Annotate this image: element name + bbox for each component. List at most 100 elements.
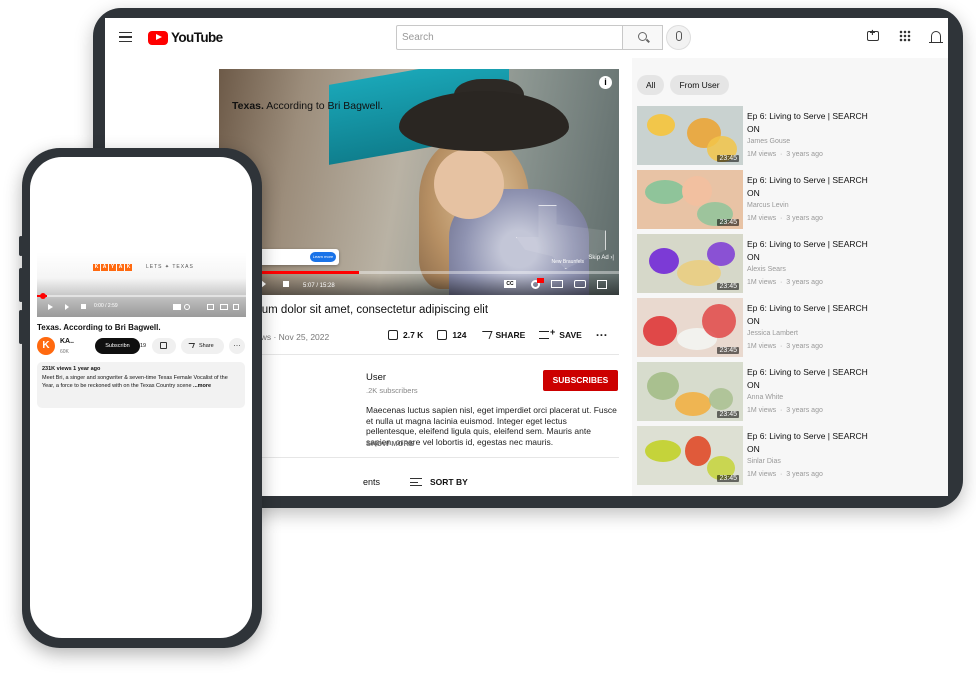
- recommendation-channel[interactable]: Anna White: [747, 394, 783, 401]
- progress-bar[interactable]: [219, 271, 619, 274]
- recommendation-title[interactable]: Ep 6: Living to Serve | SEARCH ON: [747, 366, 872, 391]
- next-icon[interactable]: [65, 304, 69, 310]
- recommendation-channel[interactable]: Marcus Levin: [747, 202, 789, 209]
- thumbnail-shape: [709, 388, 733, 410]
- phone-side-button: [19, 268, 23, 302]
- thumbnail-shape: [645, 180, 685, 204]
- like-button[interactable]: 2.7 K: [388, 330, 423, 340]
- top-bar: YouTube Search: [105, 18, 948, 58]
- create-video-icon[interactable]: [867, 28, 879, 41]
- chip-all[interactable]: All: [637, 75, 665, 95]
- ad-card[interactable]: Learn more: [259, 249, 339, 265]
- phone-side-button: [19, 310, 23, 344]
- sort-icon[interactable]: [410, 478, 422, 486]
- thumbnail-shape: [702, 304, 736, 338]
- video-duration: 23:45: [717, 347, 739, 354]
- recommendation-title[interactable]: Ep 6: Living to Serve | SEARCH ON: [747, 302, 872, 327]
- recommendation-channel[interactable]: Sinlar Dias: [747, 458, 781, 465]
- video-thumbnail[interactable]: 23:45: [637, 106, 743, 165]
- subscribe-button[interactable]: SUBSCRIBES: [543, 370, 618, 391]
- mobile-description-box[interactable]: 231K views 1 year ago Meet Bri, a singer…: [37, 362, 245, 408]
- phone-side-button: [19, 236, 23, 256]
- youtube-logo[interactable]: YouTube: [148, 30, 223, 45]
- video-frame-face: [434, 149, 504, 219]
- kayak-logo: KAYAK: [93, 264, 132, 271]
- video-title: sum dolor sit amet, consectetur adipisci…: [256, 304, 489, 316]
- channel-name[interactable]: User: [366, 372, 386, 383]
- recommendation-meta: 1M views · 3 years ago: [747, 279, 823, 286]
- location-label: New Braunfels: [551, 259, 584, 265]
- more-actions-icon[interactable]: ···: [596, 329, 608, 341]
- volume-icon[interactable]: [283, 281, 289, 287]
- volume-icon[interactable]: [81, 304, 86, 309]
- fullscreen-icon[interactable]: [233, 304, 239, 310]
- settings-gear-icon[interactable]: [184, 304, 190, 310]
- chip-from-user[interactable]: From User: [670, 75, 729, 95]
- recommendation-meta: 1M views · 3 years ago: [747, 343, 823, 350]
- recommendation-channel[interactable]: Jessica Lambert: [747, 330, 798, 337]
- sort-by-button[interactable]: SORT BY: [430, 477, 468, 487]
- thumbnail-shape: [682, 176, 712, 206]
- recommendation-title[interactable]: Ep 6: Living to Serve | SEARCH ON: [747, 430, 872, 455]
- recommendation-item[interactable]: 23:45 Ep 6: Living to Serve | SEARCH ON Al…: [637, 234, 948, 298]
- video-meta-row: ews · Nov 25, 2022 2.7 K 124 SHARE SAVE: [219, 327, 619, 346]
- recommendation-channel[interactable]: James Gouse: [747, 138, 790, 145]
- play-icon[interactable]: [48, 304, 53, 310]
- recommendation-title[interactable]: Ep 6: Living to Serve | SEARCH ON: [747, 110, 872, 135]
- mobile-share-button[interactable]: Share: [181, 338, 224, 354]
- recommendation-meta: 1M views · 3 years ago: [747, 407, 823, 414]
- recommendation-item[interactable]: 23:45 Ep 6: Living to Serve | SEARCH ON Ja…: [637, 106, 948, 170]
- video-thumbnail[interactable]: 23:45: [637, 362, 743, 421]
- menu-icon[interactable]: [119, 32, 132, 42]
- recommendation-item[interactable]: 23:45 Ep 6: Living to Serve | SEARCH ON Si…: [637, 426, 948, 490]
- mobile-progress-bar[interactable]: [37, 292, 246, 299]
- skip-ad-button[interactable]: Skip Ad ›|: [588, 255, 614, 261]
- voice-search-button[interactable]: [666, 25, 691, 50]
- more-actions-icon[interactable]: …: [229, 338, 245, 354]
- save-button[interactable]: SAVE: [539, 327, 582, 340]
- share-label: SHARE: [495, 330, 526, 340]
- search-button[interactable]: [623, 25, 663, 50]
- learn-more-button[interactable]: Learn more: [310, 252, 336, 262]
- apps-grid-icon[interactable]: [899, 30, 911, 42]
- recommendation-title[interactable]: Ep 6: Living to Serve | SEARCH ON: [747, 174, 872, 199]
- dislike-button[interactable]: 124: [437, 330, 467, 340]
- miniplayer-icon[interactable]: [207, 304, 214, 310]
- mobile-more-link[interactable]: ...more: [193, 383, 211, 389]
- theater-mode-icon[interactable]: [220, 304, 228, 310]
- share-button[interactable]: SHARE: [479, 330, 526, 340]
- miniplayer-icon[interactable]: [551, 280, 563, 288]
- search-input[interactable]: Search: [396, 25, 623, 50]
- video-thumbnail[interactable]: 23:45: [637, 298, 743, 357]
- notifications-bell-icon[interactable]: [929, 31, 943, 43]
- captions-icon[interactable]: [173, 304, 181, 310]
- thumbs-down-icon: [437, 330, 448, 340]
- mobile-dislike-button[interactable]: [152, 338, 176, 354]
- mobile-progress-scrubber[interactable]: [40, 292, 46, 299]
- avatar[interactable]: K: [37, 337, 55, 355]
- video-thumbnail[interactable]: 23:45: [637, 426, 743, 485]
- captions-icon[interactable]: CC: [504, 280, 516, 288]
- mobile-like-count[interactable]: 19: [140, 343, 146, 349]
- recommendation-title[interactable]: Ep 6: Living to Serve | SEARCH ON: [747, 238, 872, 263]
- recommendation-item[interactable]: 23:45 Ep 6: Living to Serve | SEARCH ON An…: [637, 362, 948, 426]
- mobile-channel-name[interactable]: KA..: [60, 338, 74, 345]
- recommendation-item[interactable]: 23:45 Ep 6: Living to Serve | SEARCH ON Ma…: [637, 170, 948, 234]
- mobile-video-player[interactable]: KAYAK LETS ✦ TEXAS 0:00 / 2:59: [37, 252, 246, 317]
- time-display: 5:07 / 15:28: [303, 283, 335, 289]
- next-icon[interactable]: [261, 280, 269, 288]
- player-overlay-title: Texas. According to Bri Bagwell.: [232, 100, 383, 112]
- phone-frame: KAYAK LETS ✦ TEXAS 0:00 / 2:59 Texas. Ac…: [19, 148, 262, 648]
- recommendation-channel[interactable]: Alexis Sears: [747, 266, 786, 273]
- fullscreen-icon[interactable]: [597, 280, 607, 289]
- recommendation-meta: 1M views · 3 years ago: [747, 215, 823, 222]
- video-player[interactable]: Texas. According to Bri Bagwell. i Learn…: [219, 69, 619, 295]
- info-icon[interactable]: i: [599, 76, 612, 89]
- recommendation-item[interactable]: 23:45 Ep 6: Living to Serve | SEARCH ON Je…: [637, 298, 948, 362]
- video-thumbnail[interactable]: 23:45: [637, 234, 743, 293]
- video-thumbnail[interactable]: 23:45: [637, 170, 743, 229]
- mobile-time-display: 0:00 / 2:59: [94, 303, 118, 309]
- mobile-subscribe-button[interactable]: Subscribn: [95, 338, 140, 354]
- show-more-link[interactable]: SHOW MORE: [366, 439, 414, 448]
- theater-mode-icon[interactable]: [574, 280, 586, 288]
